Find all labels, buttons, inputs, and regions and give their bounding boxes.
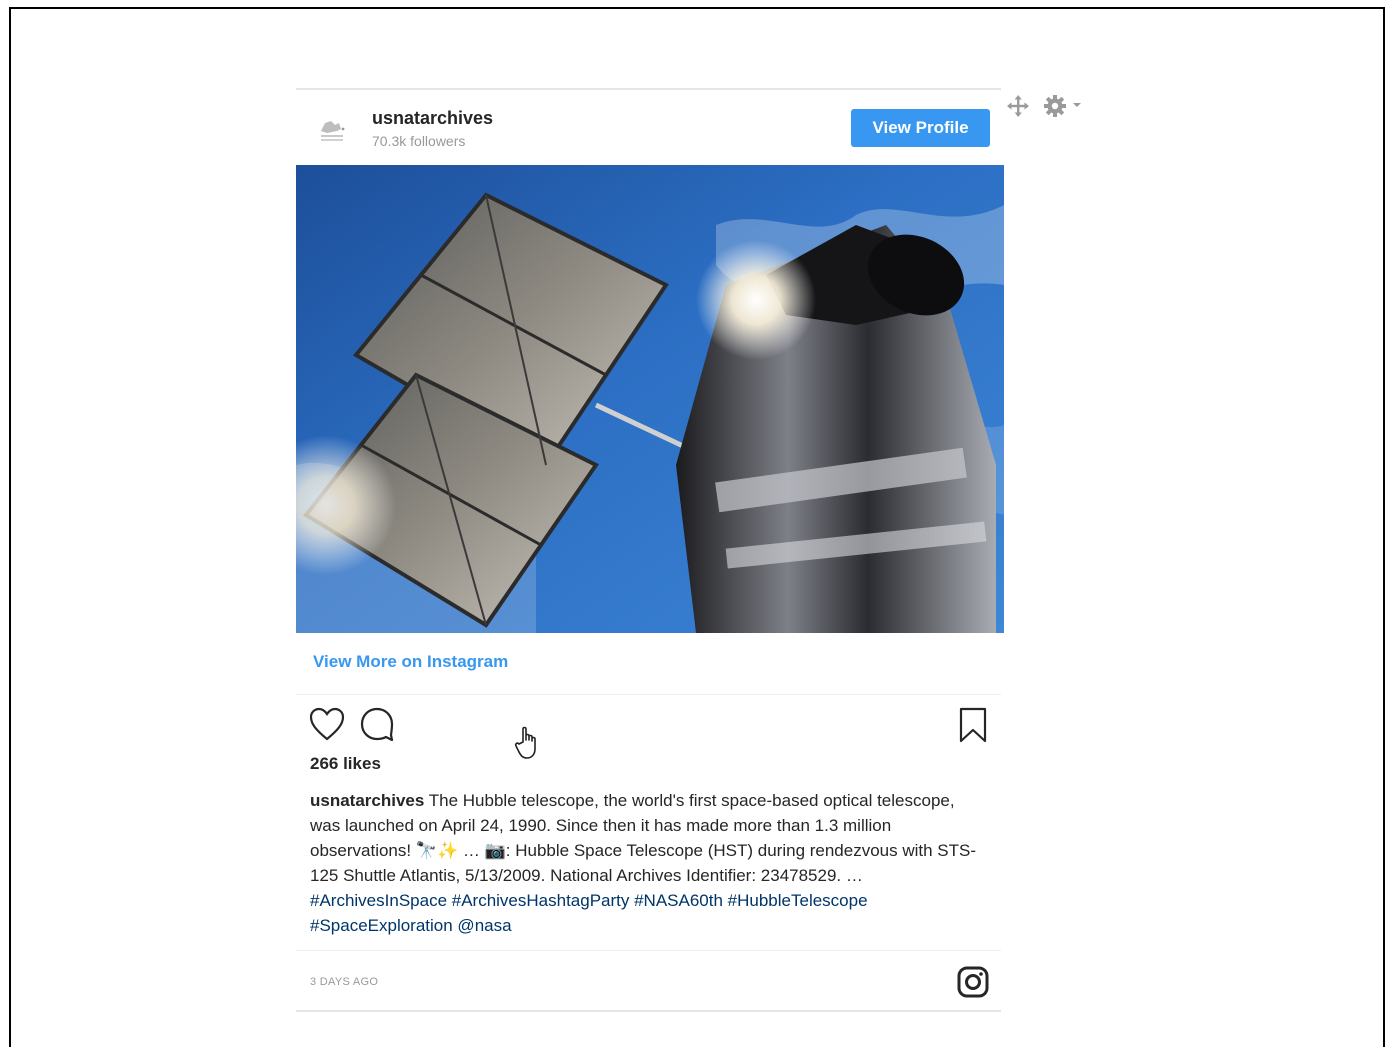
- likes-count[interactable]: 266 likes: [310, 754, 381, 774]
- instagram-embed: usnatarchives 70.3k followers View Profi…: [296, 88, 1004, 1014]
- chevron-down-icon[interactable]: [1071, 100, 1083, 110]
- heart-icon[interactable]: [308, 706, 346, 742]
- hubble-photo: [296, 165, 1004, 633]
- gear-icon[interactable]: [1042, 93, 1068, 119]
- bookmark-icon[interactable]: [958, 706, 988, 744]
- post-caption: usnatarchives The Hubble telescope, the …: [310, 788, 980, 938]
- divider: [296, 950, 1001, 951]
- avatar[interactable]: [314, 110, 350, 146]
- divider: [296, 88, 1001, 90]
- post-image[interactable]: [296, 165, 1004, 633]
- post-timestamp: 3 DAYS AGO: [310, 976, 379, 988]
- caption-username[interactable]: usnatarchives: [310, 791, 424, 810]
- profile-username[interactable]: usnatarchives: [372, 108, 493, 129]
- divider: [296, 694, 1001, 695]
- view-profile-button[interactable]: View Profile: [851, 109, 990, 147]
- move-icon[interactable]: [1006, 94, 1030, 118]
- hand-cursor-icon: [514, 726, 536, 759]
- caption-hashtags[interactable]: #ArchivesInSpace #ArchivesHashtagParty #…: [310, 891, 868, 935]
- divider: [296, 1010, 1001, 1012]
- comment-icon[interactable]: [358, 705, 396, 743]
- followers-count: 70.3k followers: [372, 133, 466, 149]
- view-more-link[interactable]: View More on Instagram: [313, 652, 508, 672]
- archives-logo-icon: [321, 121, 345, 141]
- instagram-icon[interactable]: [956, 965, 990, 999]
